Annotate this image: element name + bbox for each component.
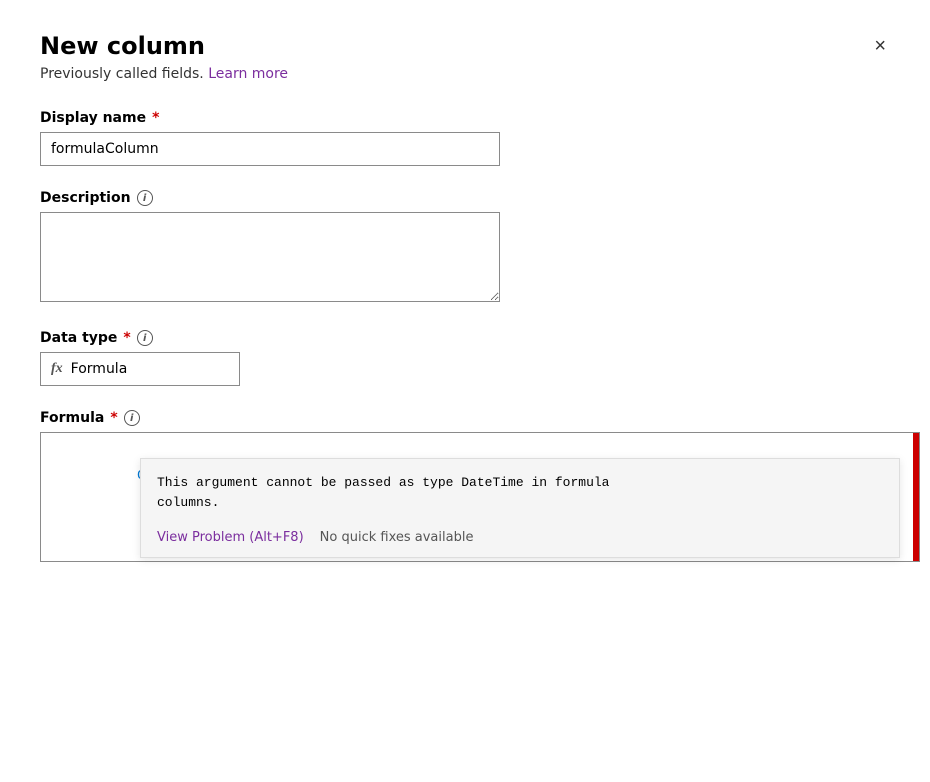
display-name-input[interactable] bbox=[40, 132, 500, 166]
formula-required: * bbox=[110, 410, 117, 426]
dialog-subtitle: Previously called fields. Learn more bbox=[40, 66, 890, 82]
learn-more-link[interactable]: Learn more bbox=[208, 66, 288, 82]
error-line-1: This argument cannot be passed as type D… bbox=[157, 473, 883, 493]
display-name-section: Display name * bbox=[40, 110, 890, 166]
display-name-required: * bbox=[152, 110, 159, 126]
error-popup-message: This argument cannot be passed as type D… bbox=[141, 459, 899, 522]
formula-info-icon: i bbox=[124, 410, 140, 426]
fx-icon: fx bbox=[51, 361, 63, 377]
error-bar bbox=[913, 433, 919, 561]
display-name-label: Display name * bbox=[40, 110, 890, 126]
data-type-label: Data type * i bbox=[40, 330, 890, 346]
description-info-icon: i bbox=[137, 190, 153, 206]
dialog-header: New column × bbox=[40, 32, 890, 60]
view-problem-button[interactable]: View Problem (Alt+F8) bbox=[157, 530, 304, 545]
description-section: Description i bbox=[40, 190, 890, 306]
no-quick-fixes-label: No quick fixes available bbox=[320, 530, 474, 545]
error-line-2: columns. bbox=[157, 493, 883, 513]
data-type-value: Formula bbox=[71, 361, 128, 377]
formula-label: Formula * i bbox=[40, 410, 890, 426]
error-popup: This argument cannot be passed as type D… bbox=[140, 458, 900, 558]
data-type-info-icon: i bbox=[137, 330, 153, 346]
new-column-dialog: New column × Previously called fields. L… bbox=[0, 0, 930, 782]
data-type-required: * bbox=[123, 330, 130, 346]
error-popup-footer: View Problem (Alt+F8) No quick fixes ava… bbox=[141, 522, 899, 557]
data-type-dropdown[interactable]: fx Formula bbox=[40, 352, 240, 386]
description-label: Description i bbox=[40, 190, 890, 206]
dialog-title: New column bbox=[40, 32, 205, 60]
close-button[interactable]: × bbox=[870, 32, 890, 60]
description-input[interactable] bbox=[40, 212, 500, 302]
data-type-section: Data type * i fx Formula bbox=[40, 330, 890, 386]
